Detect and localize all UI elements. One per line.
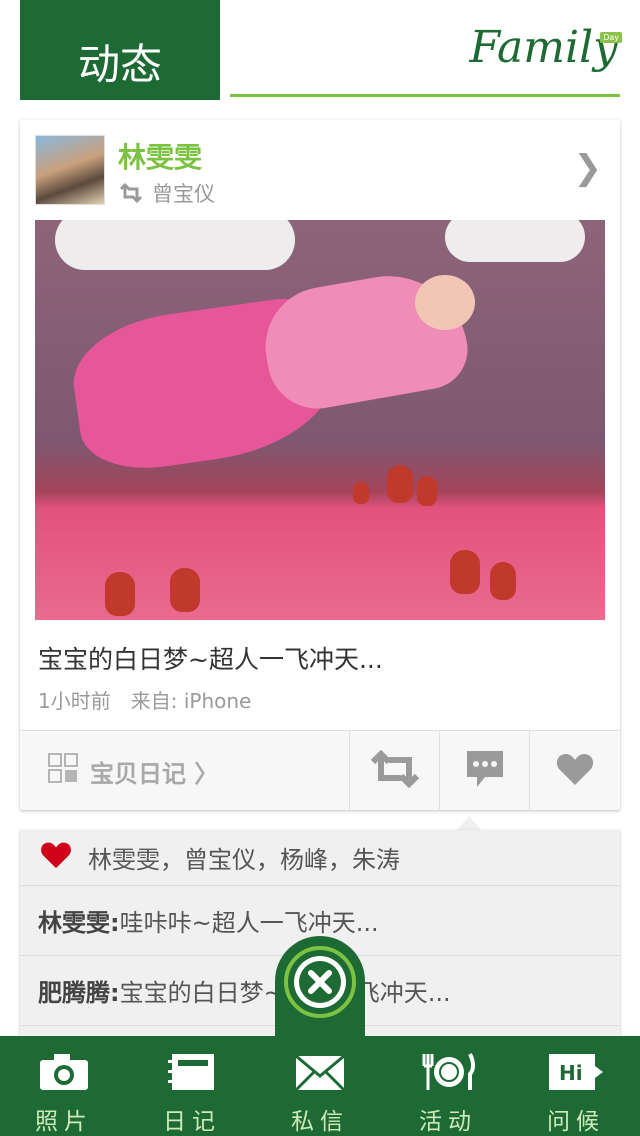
camera-icon [38,1052,90,1096]
tab-photos[interactable]: 照片 [0,1036,128,1136]
repost-icon [118,183,144,203]
post-photo[interactable] [35,220,605,620]
tab-events[interactable]: 活动 [384,1036,512,1136]
comment-author[interactable]: 林雯雯: [38,903,120,938]
repost-info: 曾宝仪 [118,178,215,208]
plate-cutlery-icon [420,1052,476,1096]
reposted-by: 曾宝仪 [152,182,215,206]
close-icon [294,956,346,1008]
photo-doll [387,465,413,503]
post-card: 林雯雯 曾宝仪 ❯ 宝宝的白日梦~超人一飞冲天... 1小时前 来自: iPho… [20,120,620,811]
liked-by-names[interactable]: 林雯雯，曾宝仪，杨峰，朱涛 [88,840,400,875]
tab-diary[interactable]: 日记 [128,1036,256,1136]
logo-badge: Day [600,32,622,43]
comment-author[interactable]: 肥腾腾: [38,973,120,1008]
avatar[interactable] [35,135,105,205]
chevron-right-icon[interactable]: ❯ [574,148,603,188]
photo-doll [353,482,369,504]
baby-diary-label: 宝贝日记 〉 [90,759,219,788]
comment-bubble-icon [465,749,505,793]
photo-doll [170,568,200,612]
photo-cloud [445,220,585,262]
tab-label: 照片 [35,1109,93,1135]
tab-label: 活动 [419,1109,477,1135]
heart-icon [556,752,594,790]
photo-doll [417,476,437,506]
hi-bubble-icon: Hi [547,1052,605,1096]
post-source: 来自: iPhone [130,689,252,713]
header-divider [230,94,620,97]
post-meta: 1小时前 来自: iPhone [38,685,251,714]
comments-pointer [457,816,481,830]
repost-icon [369,749,421,792]
comment-text: 哇咔咔~超人一飞冲天... [119,909,379,937]
close-compose-button[interactable] [275,936,365,1046]
header: 动态 Family Day [0,0,640,100]
tab-label: 私信 [291,1109,349,1135]
tab-label: 日记 [163,1109,221,1135]
comment-button[interactable] [440,731,530,811]
photo-doll [450,550,480,594]
repost-button[interactable] [350,731,440,811]
svg-text:Hi: Hi [559,1061,583,1085]
post-caption: 宝宝的白日梦~超人一飞冲天... [38,645,383,674]
like-button[interactable] [530,731,620,811]
center-button-ring [284,946,356,1018]
tab-messages[interactable]: 私信 [256,1036,384,1136]
tab-greetings[interactable]: Hi 问候 [512,1036,640,1136]
grid-icon [48,753,78,789]
heart-icon [40,841,72,875]
photo-doll [490,562,516,600]
post-author[interactable]: 林雯雯 [118,136,202,176]
envelope-icon [294,1052,346,1096]
post-time: 1小时前 [38,689,111,713]
photo-doll [105,572,135,616]
tab-label: 问候 [547,1109,605,1135]
likes-row: 林雯雯，曾宝仪，杨峰，朱涛 [20,830,620,886]
bottom-tab-bar: 照片 日记 私信 活动 Hi 问候 [0,1036,640,1136]
notebook-icon [166,1052,218,1096]
photo-baby-head [415,275,475,330]
baby-diary-button[interactable]: 宝贝日记 〉 [20,731,350,811]
page-title: 动态 [20,0,220,100]
photo-cloud [55,220,295,270]
post-action-bar: 宝贝日记 〉 [20,730,620,811]
app-logo: Family [469,22,619,73]
